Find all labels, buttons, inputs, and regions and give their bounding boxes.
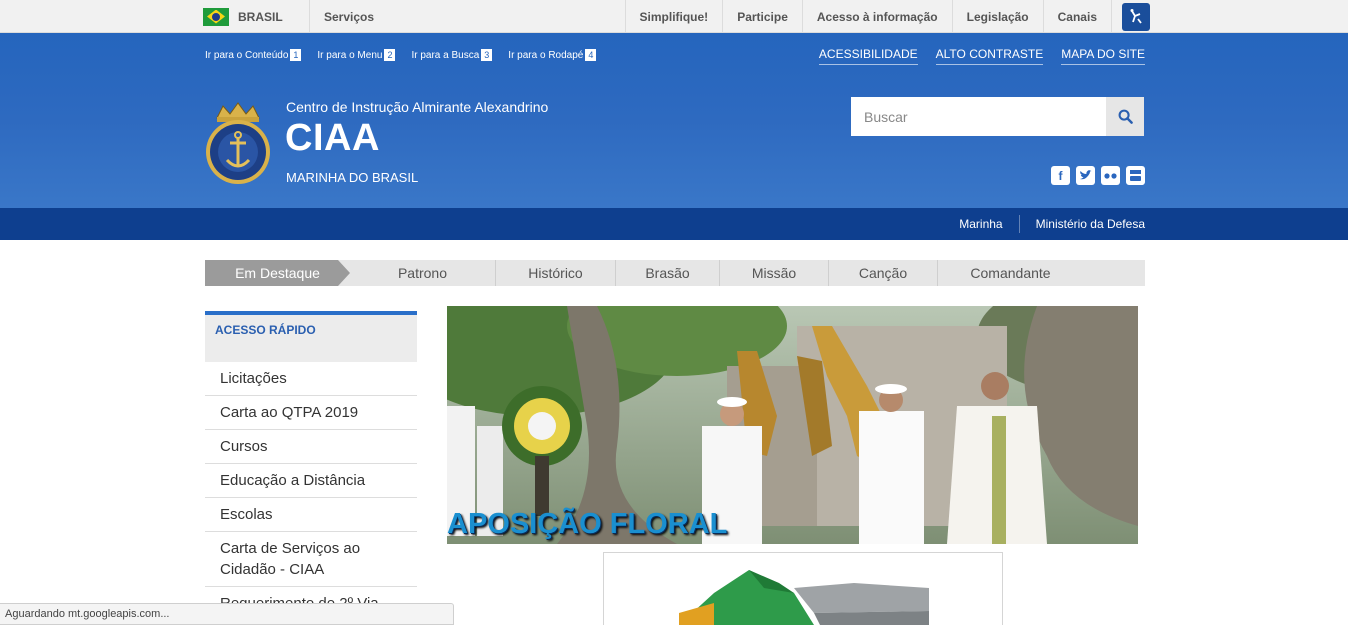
tab-brasao[interactable]: Brasão [616, 260, 720, 286]
site-title[interactable]: CIAA [285, 117, 380, 160]
search-input[interactable] [851, 97, 1106, 136]
gov-link-legislacao[interactable]: Legislação [951, 0, 1043, 33]
site-map-link[interactable]: MAPA DO SITE [1061, 47, 1145, 65]
institution-strip: Marinha Ministério da Defesa [0, 208, 1348, 240]
government-bar: BRASIL Serviços Simplifique! Participe A… [0, 0, 1348, 33]
vlibras-accessibility-icon[interactable] [1122, 2, 1150, 31]
featured-banner[interactable]: APOSIÇÃO FLORAL [447, 306, 1138, 544]
tab-patrono[interactable]: Patrono [338, 260, 496, 286]
skip-link-footer[interactable]: Ir para o Rodapé 4 [508, 49, 597, 61]
servicos-link[interactable]: Serviços [310, 0, 625, 33]
flickr-icon[interactable] [1101, 166, 1120, 185]
tab-comandante[interactable]: Comandante [938, 260, 1083, 286]
quick-access-sidebar: ACESSO RÁPIDO Licitações Carta ao QTPA 2… [205, 311, 417, 621]
gov-link-acesso-informacao[interactable]: Acesso à informação [801, 0, 952, 33]
brasil-link[interactable]: BRASIL [203, 0, 310, 33]
tab-em-destaque[interactable]: Em Destaque [205, 260, 350, 286]
twitter-icon[interactable] [1076, 166, 1095, 185]
sidebar-item-licitacoes[interactable]: Licitações [205, 362, 417, 396]
gov-link-simplifique[interactable]: Simplifique! [624, 0, 723, 33]
browser-status-bar: Aguardando mt.googleapis.com... [0, 603, 454, 625]
accessibility-links: ACESSIBILIDADE ALTO CONTRASTE MAPA DO SI… [818, 47, 1145, 65]
search-button[interactable] [1106, 97, 1144, 136]
brazil-flag-icon [203, 7, 229, 26]
page: BRASIL Serviços Simplifique! Participe A… [0, 0, 1348, 625]
sidebar-item-escolas[interactable]: Escolas [205, 498, 417, 532]
highlight-tabs: Em Destaque Patrono Histórico Brasão Mis… [205, 260, 1145, 286]
sidebar-item-educacao-distancia[interactable]: Educação a Distância [205, 464, 417, 498]
banner-caption: APOSIÇÃO FLORAL [447, 508, 728, 540]
site-organization: MARINHA DO BRASIL [286, 170, 419, 185]
facebook-icon[interactable]: f [1051, 166, 1070, 185]
youtube-icon[interactable] [1126, 166, 1145, 185]
gov-link-canais[interactable]: Canais [1042, 0, 1111, 33]
ministerio-defesa-link[interactable]: Ministério da Defesa [1036, 217, 1145, 231]
search-box [851, 97, 1144, 136]
sidebar-item-carta-servicos[interactable]: Carta de Serviços ao Cidadão - CIAA [205, 532, 417, 587]
skip-links: Ir para o Conteúdo 1 Ir para o Menu 2 Ir p… [205, 49, 597, 61]
tab-cancao[interactable]: Canção [829, 260, 938, 286]
marinha-link[interactable]: Marinha [959, 217, 1002, 231]
sidebar-item-carta-qtpa[interactable]: Carta ao QTPA 2019 [205, 396, 417, 430]
gov-link-participe[interactable]: Participe [722, 0, 802, 33]
promo-box[interactable] [603, 552, 1003, 625]
brasil-label: BRASIL [238, 9, 283, 24]
promo-graphic [679, 570, 929, 625]
skip-link-menu[interactable]: Ir para o Menu 2 [317, 49, 396, 61]
skip-link-search[interactable]: Ir para a Busca 3 [411, 49, 493, 61]
high-contrast-link[interactable]: ALTO CONTRASTE [935, 47, 1044, 65]
site-subtitle: Centro de Instrução Almirante Alexandrin… [286, 99, 549, 115]
skip-link-content[interactable]: Ir para o Conteúdo 1 [205, 49, 302, 61]
navy-crest-logo[interactable] [205, 100, 271, 190]
sidebar-item-cursos[interactable]: Cursos [205, 430, 417, 464]
quick-access-heading: ACESSO RÁPIDO [205, 311, 417, 362]
accessibility-link[interactable]: ACESSIBILIDADE [818, 47, 918, 65]
tab-missao[interactable]: Missão [720, 260, 829, 286]
social-links: f [1051, 166, 1145, 185]
strip-divider [1018, 215, 1020, 233]
site-header: Ir para o Conteúdo 1 Ir para o Menu 2 Ir p… [0, 33, 1348, 208]
search-icon [1118, 109, 1133, 124]
tab-historico[interactable]: Histórico [496, 260, 616, 286]
